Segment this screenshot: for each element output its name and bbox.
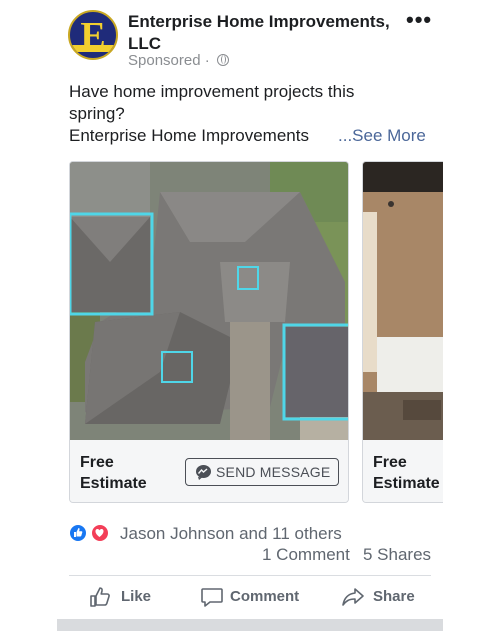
share-button[interactable]: Share <box>341 580 431 614</box>
see-more-link[interactable]: ...See More <box>338 125 426 147</box>
like-label: Like <box>121 588 152 605</box>
share-count[interactable]: 5 Shares <box>363 545 431 565</box>
comment-count[interactable]: 1 Comment <box>262 545 350 565</box>
globe-icon <box>216 54 229 66</box>
reactions-text[interactable]: Jason Johnson and 11 others <box>120 524 342 544</box>
bathroom-image[interactable] <box>363 162 443 440</box>
action-bar: Like Comment Share <box>69 580 431 614</box>
feed-separator <box>57 619 443 631</box>
share-arrow-icon <box>342 588 364 606</box>
carousel-card[interactable]: Free Estimate SEND MESSAGE <box>69 161 349 503</box>
post-header: E Enterprise Home Improvements, LLC Spon… <box>0 0 500 78</box>
sponsored-text: Sponsored · <box>128 52 214 69</box>
love-reaction-icon <box>91 524 109 542</box>
card-title: Free Estimate <box>80 454 147 492</box>
like-reaction-icon <box>69 524 87 542</box>
post-text-line: Have home improvement projects this <box>69 82 355 101</box>
sponsored-label: Sponsored · <box>128 53 229 69</box>
aerial-roof-image[interactable] <box>70 162 348 440</box>
ad-carousel[interactable]: Free Estimate SEND MESSAGE Free Estimate <box>69 161 443 504</box>
comment-label: Comment <box>230 588 300 605</box>
divider <box>69 575 431 576</box>
card-footer: Free Estimate SEND MESSAGE <box>70 440 348 502</box>
share-label: Share <box>373 588 415 605</box>
card-title: Free Estimate <box>373 454 440 492</box>
logo-letter: E <box>80 15 106 57</box>
card-footer: Free Estimate <box>363 440 443 502</box>
carousel-card[interactable]: Free Estimate <box>362 161 443 503</box>
comment-button[interactable]: Comment <box>200 580 320 614</box>
page-name[interactable]: Enterprise Home Improvements, LLC <box>128 11 398 55</box>
comment-icon <box>201 588 223 607</box>
messenger-icon <box>196 465 211 480</box>
thumbs-up-icon <box>90 587 110 607</box>
like-button[interactable]: Like <box>89 580 169 614</box>
post-text-line: spring? <box>69 104 125 123</box>
page-avatar[interactable]: E <box>68 10 118 60</box>
send-message-label: SEND MESSAGE <box>216 464 331 480</box>
send-message-button[interactable]: SEND MESSAGE <box>185 458 339 486</box>
more-options-icon[interactable]: ••• <box>406 9 431 31</box>
